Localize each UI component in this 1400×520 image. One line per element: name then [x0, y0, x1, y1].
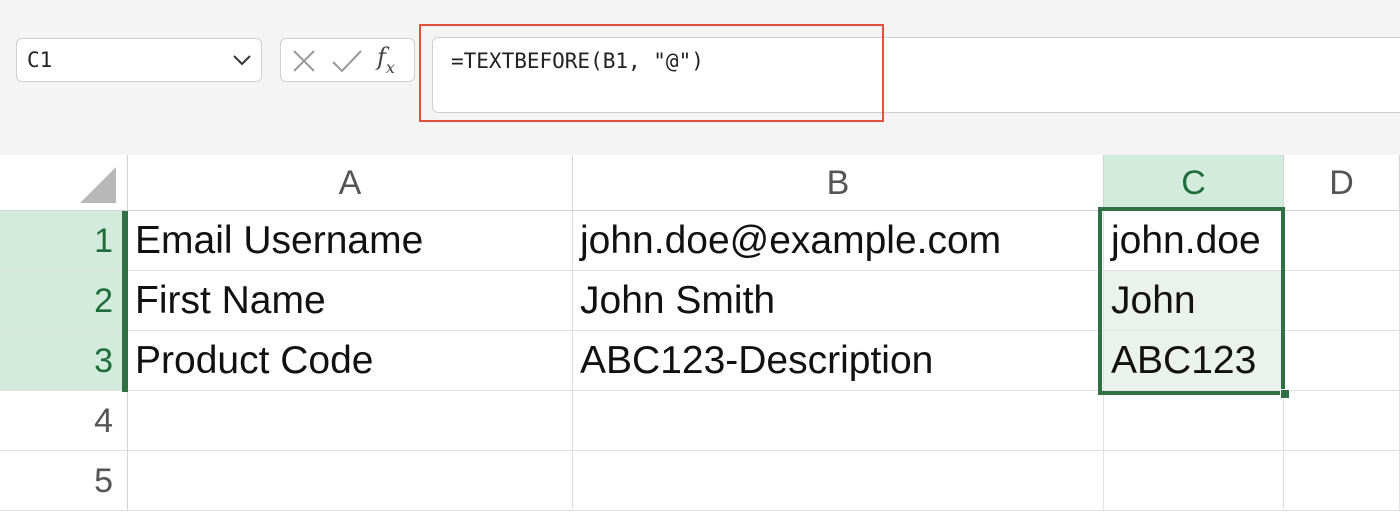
cell-a4[interactable] [128, 391, 573, 451]
formula-toolbar: C1 fx =TEXTBEFORE(B1, "@") [0, 0, 1400, 155]
column-header-a[interactable]: A [128, 155, 573, 211]
row-header-3[interactable]: 3 [0, 331, 128, 391]
column-header-c[interactable]: C [1104, 155, 1284, 211]
cell-a3[interactable]: Product Code [128, 331, 573, 391]
cell-c1[interactable]: john.doe [1104, 211, 1284, 271]
row-header-4[interactable]: 4 [0, 391, 128, 451]
cell-d5[interactable] [1284, 451, 1400, 511]
cell-b2[interactable]: John Smith [573, 271, 1104, 331]
cell-a5[interactable] [128, 451, 573, 511]
cell-b4[interactable] [573, 391, 1104, 451]
formula-text: =TEXTBEFORE(B1, "@") [451, 49, 704, 73]
cell-b5[interactable] [573, 451, 1104, 511]
row-header-5[interactable]: 5 [0, 451, 128, 511]
column-header-b[interactable]: B [573, 155, 1104, 211]
spreadsheet-grid: A B C D 1 2 3 4 5 Email Username john.do… [0, 155, 1400, 520]
name-box[interactable]: C1 [16, 38, 262, 82]
name-box-value: C1 [27, 48, 53, 72]
cell-d2[interactable] [1284, 271, 1400, 331]
insert-function-button[interactable]: fx [377, 43, 409, 77]
select-all-corner[interactable] [0, 155, 128, 211]
cell-d1[interactable] [1284, 211, 1400, 271]
chevron-down-icon[interactable] [231, 51, 253, 69]
checkmark-icon[interactable] [331, 48, 363, 74]
cell-d4[interactable] [1284, 391, 1400, 451]
cell-d3[interactable] [1284, 331, 1400, 391]
row-header-1[interactable]: 1 [0, 211, 128, 271]
row-header-2[interactable]: 2 [0, 271, 128, 331]
cell-a1[interactable]: Email Username [128, 211, 573, 271]
cell-c4[interactable] [1104, 391, 1284, 451]
select-all-triangle-icon [80, 167, 116, 203]
formula-input[interactable]: =TEXTBEFORE(B1, "@") [432, 37, 1400, 113]
fx-icon: fx [377, 43, 395, 77]
ribbon-edge [0, 0, 1400, 8]
cell-c3[interactable]: ABC123 [1104, 331, 1284, 391]
column-header-d[interactable]: D [1284, 155, 1400, 211]
fill-handle[interactable] [1280, 389, 1290, 399]
formula-controls: fx [280, 38, 415, 82]
cell-b3[interactable]: ABC123-Description [573, 331, 1104, 391]
cell-b1[interactable]: john.doe@example.com [573, 211, 1104, 271]
cell-c5[interactable] [1104, 451, 1284, 511]
cell-a2[interactable]: First Name [128, 271, 573, 331]
x-icon[interactable] [291, 48, 317, 74]
cell-c2[interactable]: John [1104, 271, 1284, 331]
